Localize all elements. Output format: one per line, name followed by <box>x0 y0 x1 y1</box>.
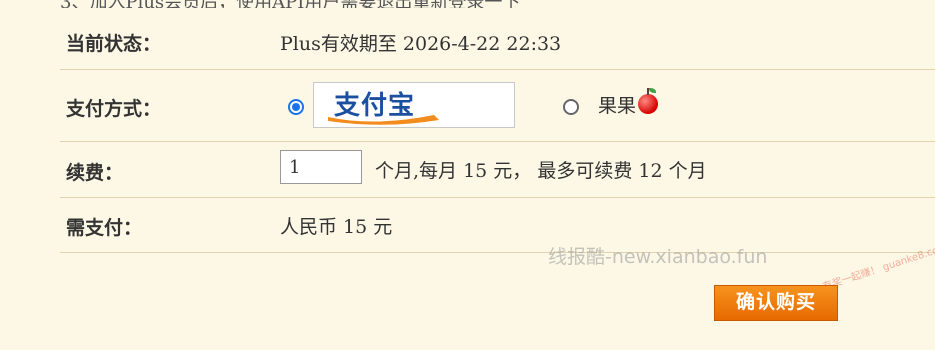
alipay-radio[interactable] <box>288 99 304 115</box>
amount-due-value: 人民币 15 元 <box>280 216 393 238</box>
status-row: 当前状态： Plus有效期至 2026-4-22 22:33 <box>60 13 935 69</box>
renewal-suffix: 个月,每月 15 元， 最多可续费 12 个月 <box>375 160 707 182</box>
watermark-text: 线报酷-new.xianbao.fun <box>548 246 768 268</box>
amount-due-label: 需支付： <box>66 217 143 239</box>
guoguo-option[interactable]: 果果 <box>598 88 659 118</box>
guoguo-label: 果果 <box>598 95 637 117</box>
renewal-label: 续费： <box>66 162 124 184</box>
payment-row: 支付方式： 支付宝 果果 <box>60 69 935 141</box>
confirm-purchase-button[interactable]: 确认购买 <box>714 285 838 321</box>
status-value: Plus有效期至 2026-4-22 22:33 <box>280 33 562 55</box>
alipay-swoosh-icon <box>328 115 439 125</box>
top-partial-note: 3、加入Plus会员后，使用API用户需要退出重新登录一下 <box>60 0 760 8</box>
alipay-logo-option[interactable]: 支付宝 <box>313 82 515 128</box>
guoguo-radio[interactable] <box>563 99 579 115</box>
renewal-row: 续费： 个月,每月 15 元， 最多可续费 12 个月 <box>60 141 935 197</box>
months-input[interactable] <box>280 150 362 184</box>
payment-label: 支付方式： <box>66 98 162 120</box>
status-label: 当前状态： <box>66 33 162 55</box>
apple-icon <box>638 88 659 114</box>
amount-due-row: 需支付： 人民币 15 元 <box>60 197 935 253</box>
